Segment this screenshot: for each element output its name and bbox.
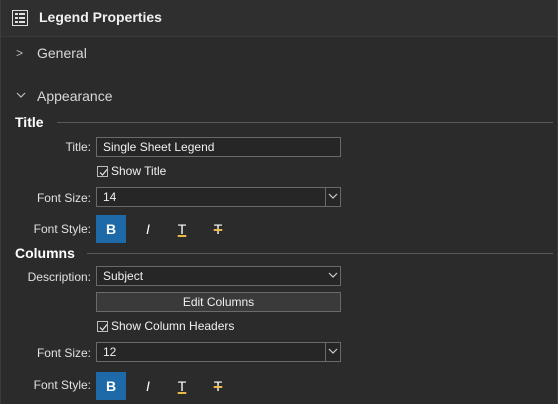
columns-group-divider <box>87 253 553 254</box>
description-select[interactable]: Subject <box>96 266 341 286</box>
section-general-label: General <box>37 45 87 61</box>
columns-italic-button[interactable]: I <box>133 372 163 400</box>
section-appearance-label: Appearance <box>37 88 113 104</box>
columns-bold-button[interactable]: B <box>96 372 126 400</box>
title-input[interactable]: Single Sheet Legend <box>96 137 341 157</box>
title-font-size-label: Font Size: <box>36 191 91 205</box>
description-value: Subject <box>103 269 144 283</box>
columns-font-size-label: Font Size: <box>36 346 91 360</box>
chevron-down-icon <box>16 89 26 103</box>
edit-columns-button[interactable]: Edit Columns <box>96 292 341 312</box>
title-label: Title: <box>65 140 91 154</box>
show-title-checkbox[interactable]: Show Title <box>97 164 166 178</box>
legend-properties-icon <box>12 10 28 26</box>
title-font-size-value: 14 <box>103 190 117 204</box>
columns-font-size-value: 12 <box>103 345 117 359</box>
title-underline-button[interactable]: T <box>167 215 197 243</box>
section-appearance[interactable]: Appearance <box>1 83 557 111</box>
description-label: Description: <box>27 270 91 284</box>
columns-font-style-label: Font Style: <box>33 378 91 392</box>
chevron-down-icon <box>326 267 340 285</box>
show-title-label: Show Title <box>111 164 167 178</box>
panel-title: Legend Properties <box>39 9 162 25</box>
show-column-headers-checkbox[interactable]: Show Column Headers <box>97 319 234 333</box>
title-bold-button[interactable]: B <box>96 215 126 243</box>
chevron-right-icon: > <box>16 46 24 60</box>
title-font-style-label: Font Style: <box>33 222 91 236</box>
columns-strikethrough-button[interactable]: T <box>203 372 233 400</box>
columns-underline-button[interactable]: T <box>167 372 197 400</box>
chevron-down-icon <box>325 343 340 361</box>
show-column-headers-label: Show Column Headers <box>111 319 235 333</box>
panel-header: Legend Properties <box>1 0 557 37</box>
checkbox-icon <box>97 165 108 177</box>
chevron-down-icon <box>325 188 340 206</box>
checkbox-icon <box>97 320 108 332</box>
legend-properties-panel: Legend Properties > General Appearance T… <box>0 0 558 404</box>
title-font-size-select[interactable]: 14 <box>96 187 341 207</box>
title-group-heading: Title <box>15 114 44 130</box>
title-strikethrough-button[interactable]: T <box>203 215 233 243</box>
section-general[interactable]: > General <box>1 40 557 68</box>
title-group-divider <box>57 122 553 123</box>
columns-font-size-select[interactable]: 12 <box>96 342 341 362</box>
title-italic-button[interactable]: I <box>133 215 163 243</box>
columns-group-heading: Columns <box>15 245 75 261</box>
